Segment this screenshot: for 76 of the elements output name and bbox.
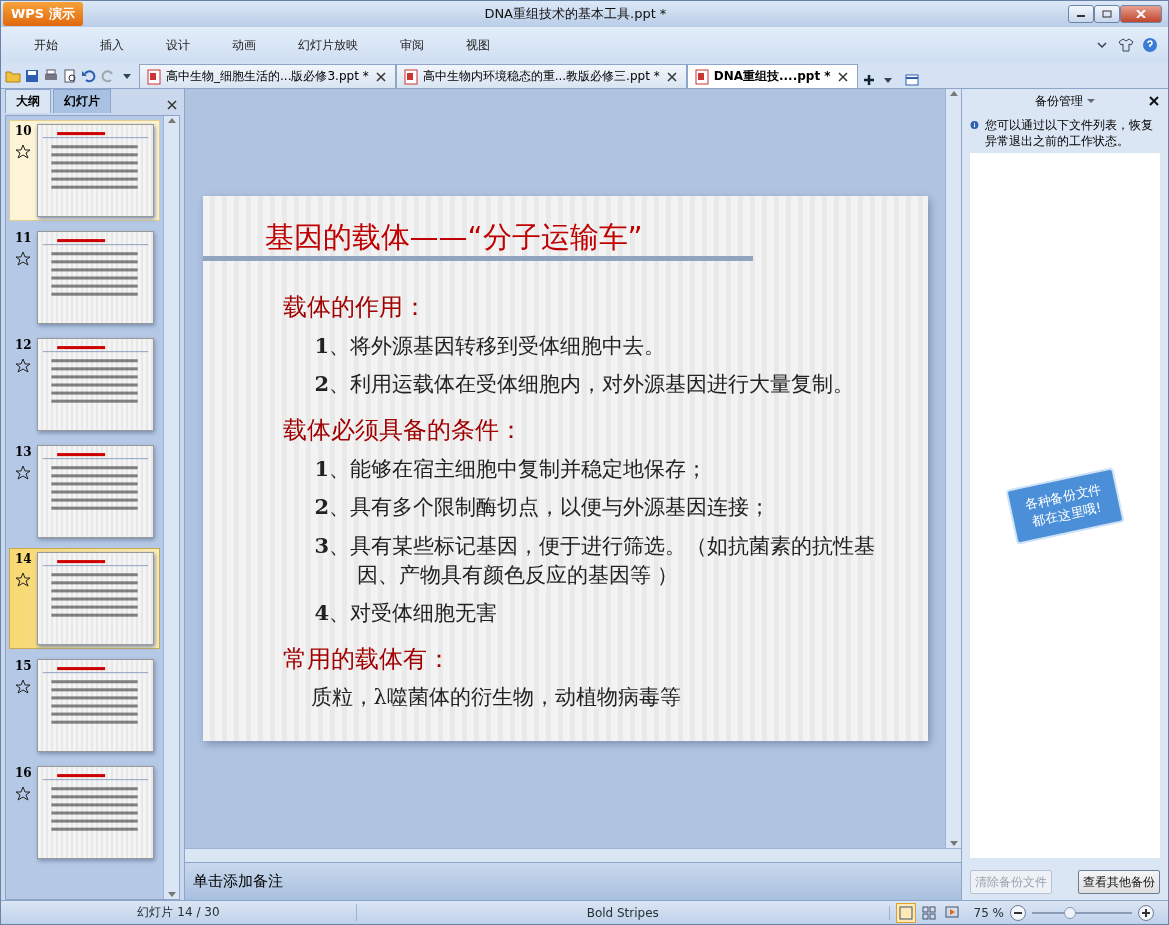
slide-bullet: 1、能够在宿主细胞中复制并稳定地保存； xyxy=(313,454,709,483)
slide-bullet: 1、将外源基因转移到受体细胞中去。 xyxy=(313,332,667,360)
slide-thumbnail[interactable]: 13 xyxy=(9,441,160,542)
slide-heading: 载体的作用： xyxy=(282,292,428,323)
normal-view-icon xyxy=(897,904,914,921)
minimize-button[interactable] xyxy=(1068,5,1094,23)
zoom-out-button[interactable] xyxy=(1010,904,1026,921)
star-icon xyxy=(15,786,31,802)
slide-thumbnail[interactable]: 12 xyxy=(9,334,160,435)
close-button[interactable] xyxy=(1120,5,1162,23)
slide-bullet: 2、利用运载体在受体细胞内，对外源基因进行大量复制。 xyxy=(313,370,856,399)
slideshow-icon xyxy=(943,904,960,921)
document-tab[interactable]: DNA重组技....ppt * xyxy=(686,64,858,88)
document-icon xyxy=(402,68,419,85)
print-preview-icon[interactable] xyxy=(62,68,78,84)
slide-number: 10 xyxy=(15,124,33,138)
menu-item[interactable]: 插入 xyxy=(79,36,145,54)
zoom-in-button[interactable] xyxy=(1138,904,1154,921)
menu-item[interactable]: 视图 xyxy=(445,36,511,54)
undo-icon[interactable] xyxy=(81,68,97,84)
star-icon xyxy=(15,358,31,374)
slide-heading: 载体必须具备的条件： xyxy=(282,414,524,446)
backup-button[interactable]: 查看其他备份 xyxy=(1078,870,1160,894)
slide-thumbnail[interactable]: 10 xyxy=(9,120,160,221)
slide-number: 11 xyxy=(15,231,33,245)
zoom-percent: 75 % xyxy=(972,905,1005,920)
slide-thumbnail[interactable]: 16 xyxy=(9,762,160,863)
slide-heading: 常用的载体有： xyxy=(282,643,452,675)
slide-bullet: 2、具有多个限制酶切点，以便与外源基因连接； xyxy=(313,493,772,522)
theme-name: Bold Stripes xyxy=(357,905,890,920)
info-text: 您可以通过以下文件列表，恢复异常退出之前的工作状态。 xyxy=(984,117,1154,150)
slide-thumbnail[interactable]: 15 xyxy=(9,655,160,756)
star-icon xyxy=(15,144,31,160)
mascot-sign: 各种备份文件都在这里哦! xyxy=(1005,466,1125,545)
slide-number: 15 xyxy=(15,659,33,673)
scrollbar[interactable] xyxy=(185,848,961,862)
shirt-icon[interactable] xyxy=(1118,37,1134,53)
document-icon xyxy=(693,68,710,85)
menu-item[interactable]: 审阅 xyxy=(379,36,445,54)
slide-thumbnail[interactable]: 14 xyxy=(9,548,160,649)
star-icon xyxy=(15,251,31,267)
slide-title: 基因的载体——“分子运输车” xyxy=(263,219,644,256)
slide-thumbnail[interactable]: 11 xyxy=(9,227,160,328)
panel-tab[interactable]: 幻灯片 xyxy=(53,89,111,113)
save-icon[interactable] xyxy=(24,68,40,84)
slide-number: 12 xyxy=(15,338,33,352)
notes-field[interactable]: 单击添加备注 xyxy=(185,862,961,900)
close-icon xyxy=(1136,10,1146,18)
menu-item[interactable]: 设计 xyxy=(145,36,211,54)
slide-number: 14 xyxy=(15,552,33,566)
maximize-icon xyxy=(1102,10,1112,18)
slide-sorter-icon xyxy=(920,904,937,921)
star-icon xyxy=(15,679,31,695)
help-icon[interactable] xyxy=(1142,37,1158,53)
slide-bullet: 3、具有某些标记基因，便于进行筛选。（如抗菌素的抗性基因、产物具有颜色反应的基因等 ） xyxy=(313,531,877,589)
document-icon xyxy=(146,68,162,85)
star-icon xyxy=(15,465,31,481)
scrollbar[interactable] xyxy=(163,116,179,899)
slide-text: 质粒，λ噬菌体的衍生物，动植物病毒等 xyxy=(309,683,682,711)
dropdown-icon[interactable] xyxy=(1087,98,1095,104)
document-tab[interactable]: 高中生物内环境稳态的重...教版必修三.ppt * xyxy=(395,64,687,88)
document-tab[interactable]: 高中生物_细胞生活的...版必修3.ppt * xyxy=(139,64,396,88)
scrollbar[interactable] xyxy=(945,89,961,848)
star-icon xyxy=(15,572,31,588)
slide-count: 幻灯片 14 / 30 xyxy=(1,904,357,921)
menu-item[interactable]: 动画 xyxy=(211,36,277,54)
slide-number: 16 xyxy=(15,766,33,780)
window-title: DNA重组技术的基本工具.ppt * xyxy=(483,5,668,23)
slide-number: 13 xyxy=(15,445,33,459)
menu-item[interactable]: 幻灯片放映 xyxy=(277,36,379,54)
menu-item[interactable]: 开始 xyxy=(13,36,79,54)
panel-tab[interactable]: 大纲 xyxy=(5,89,51,113)
scroll-up-icon xyxy=(166,116,177,126)
plus-icon xyxy=(1142,908,1150,917)
slide-bullet: 4、对受体细胞无害 xyxy=(313,599,499,628)
pane-title[interactable]: 备份管理 xyxy=(1035,92,1083,110)
